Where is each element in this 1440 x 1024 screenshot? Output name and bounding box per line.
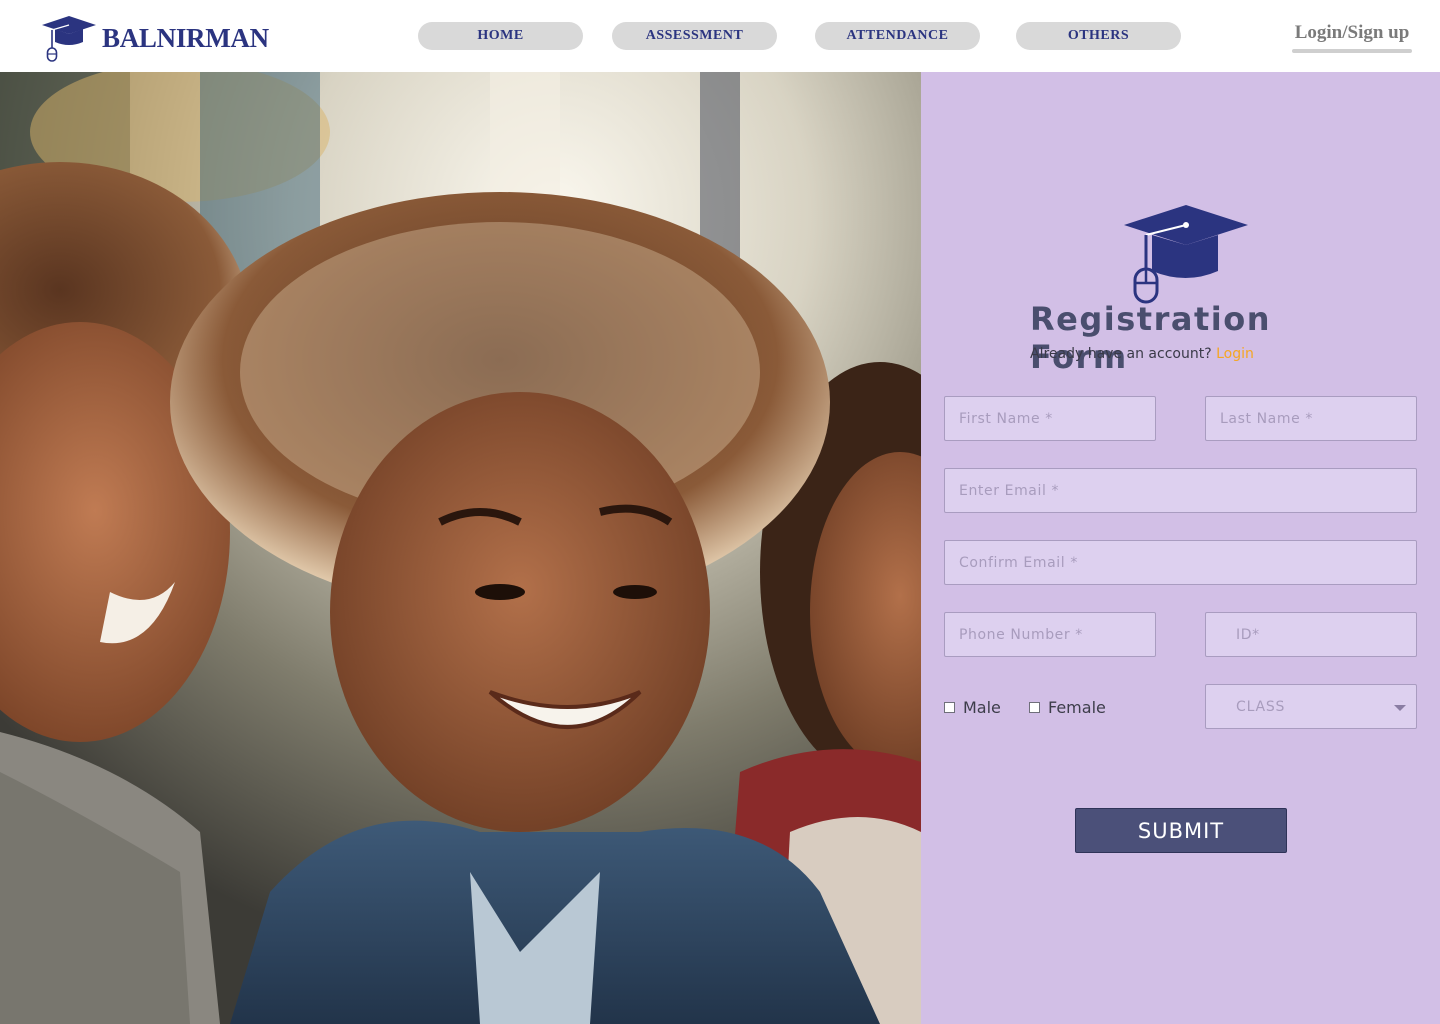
- female-label: Female: [1048, 698, 1106, 717]
- form-login-link[interactable]: Login: [1216, 346, 1254, 362]
- male-checkbox[interactable]: [944, 702, 955, 713]
- class-select-value: CLASS: [1236, 698, 1286, 715]
- form-subtitle: Already have an account? Login: [1030, 346, 1254, 362]
- graduation-cap-icon: [42, 16, 96, 62]
- children-illustration: [0, 72, 921, 1024]
- phone-number-field[interactable]: [944, 612, 1156, 657]
- submit-button[interactable]: SUBMIT: [1075, 808, 1287, 853]
- brand-logo[interactable]: BALNIRMAN: [40, 14, 269, 62]
- nav-attendance-button[interactable]: ATTENDANCE: [815, 22, 980, 50]
- first-name-field[interactable]: [944, 396, 1156, 441]
- nav-assessment-button[interactable]: ASSESSMENT: [612, 22, 777, 50]
- form-title: Registration Form: [1030, 300, 1271, 376]
- gender-female-option[interactable]: Female: [1029, 698, 1106, 717]
- class-select[interactable]: CLASS: [1205, 684, 1417, 729]
- female-checkbox[interactable]: [1029, 702, 1040, 713]
- already-account-text: Already have an account?: [1030, 346, 1212, 362]
- confirm-email-field[interactable]: [944, 540, 1417, 585]
- brand-name: BALNIRMAN: [102, 22, 269, 53]
- male-label: Male: [963, 698, 1001, 717]
- login-underline: [1292, 49, 1412, 53]
- top-header: BALNIRMAN HOME ASSESSMENT ATTENDANCE OTH…: [0, 0, 1440, 72]
- graduation-cap-icon: [1124, 205, 1248, 304]
- id-field[interactable]: [1205, 612, 1417, 657]
- email-field[interactable]: [944, 468, 1417, 513]
- nav-others-button[interactable]: OTHERS: [1016, 22, 1181, 50]
- gender-male-option[interactable]: Male: [944, 698, 1001, 717]
- nav-home-button[interactable]: HOME: [418, 22, 583, 50]
- chevron-down-icon: [1394, 705, 1406, 711]
- last-name-field[interactable]: [1205, 396, 1417, 441]
- hero-children-photo: [0, 72, 921, 1024]
